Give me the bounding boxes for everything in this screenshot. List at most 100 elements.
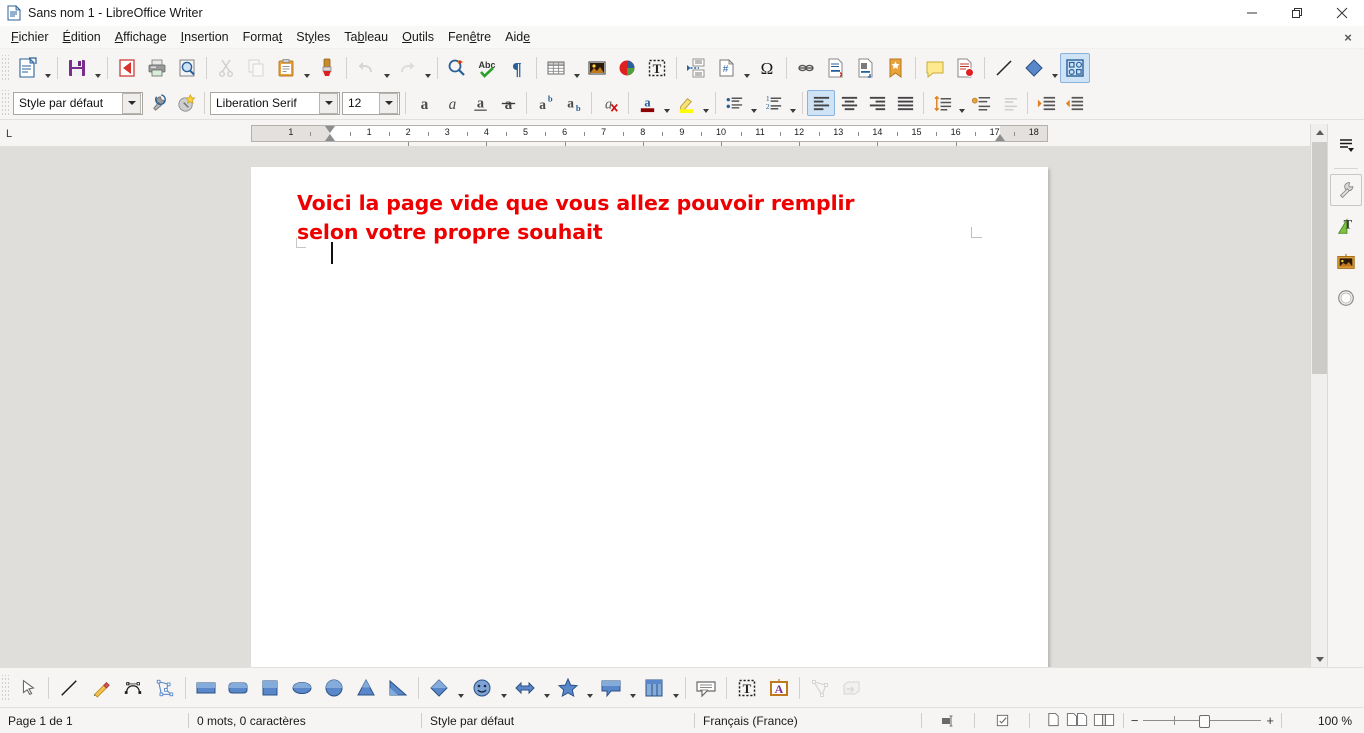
update-style-icon[interactable] [144,90,172,116]
right-triangle-icon[interactable] [382,672,414,704]
selection-mode-icon[interactable] [922,708,974,733]
font-color-icon[interactable]: a [633,90,661,116]
track-changes-icon[interactable] [950,53,980,83]
special-character-icon[interactable]: Ω [752,53,782,83]
zoom-out-button[interactable]: − [1131,714,1139,727]
zoom-level[interactable]: 100 % [1282,708,1364,733]
document-paragraph[interactable]: Voici la page vide que vous allez pouvoi… [297,189,897,247]
page-style[interactable]: Style par défaut [422,708,694,733]
align-center-icon[interactable] [835,90,863,116]
export-pdf-icon[interactable] [112,53,142,83]
subscript-icon[interactable]: a b [559,90,587,116]
tab-stop-indicator[interactable]: L [6,129,16,140]
scroll-down-button[interactable] [1311,651,1328,668]
font-color-dropdown[interactable] [661,85,672,122]
select-tool-icon[interactable] [12,672,44,704]
redo-icon[interactable] [392,53,422,83]
paragraph-style-combo[interactable]: Style par défaut [13,91,143,115]
left-indent-marker[interactable] [325,134,335,141]
word-count[interactable]: 0 mots, 0 caractères [189,708,421,733]
circle-icon[interactable] [318,672,350,704]
insert-footnote-icon[interactable] [821,53,851,83]
insert-endnote-icon[interactable] [851,53,881,83]
bold-icon[interactable]: a [410,90,438,116]
menu-format[interactable]: Format [236,28,290,46]
spelling-icon[interactable]: Abc [472,53,502,83]
insert-line-icon[interactable] [989,53,1019,83]
callouts-dropdown[interactable] [627,670,638,707]
document-modified-icon[interactable] [975,708,1029,733]
sidebar-settings-icon[interactable] [1330,129,1362,161]
unordered-list-dropdown[interactable] [748,85,759,122]
font-size-combo[interactable]: 12 [342,91,400,115]
square-icon[interactable] [254,672,286,704]
page-break-icon[interactable] [681,53,711,83]
insert-chart-icon[interactable] [612,53,642,83]
paragraph-style-dropdown[interactable] [122,92,141,114]
justify-icon[interactable] [891,90,919,116]
close-document-icon[interactable]: × [1340,29,1356,45]
insert-line-icon[interactable] [53,672,85,704]
redo-dropdown[interactable] [422,50,433,87]
increase-paragraph-spacing-icon[interactable] [967,90,995,116]
new-document-icon[interactable] [12,53,42,83]
block-arrows-icon[interactable] [509,672,541,704]
menu-fenetre[interactable]: Fenêtre [441,28,498,46]
menu-edition[interactable]: Édition [56,28,108,46]
toolbar-grip[interactable] [2,675,10,701]
font-size-dropdown[interactable] [379,92,398,114]
vertical-scrollbar[interactable] [1310,124,1328,668]
rounded-rectangle-icon[interactable] [222,672,254,704]
horizontal-ruler[interactable]: 1 2 3 4 5 6 7 8 9 10 11 12 13 14 15 16 17 18 1 [251,125,1048,147]
restore-button[interactable] [1274,0,1319,26]
callouts-icon[interactable] [595,672,627,704]
zoom-handle[interactable] [1199,715,1211,728]
toolbar-grip[interactable] [2,90,10,116]
insert-image-icon[interactable] [582,53,612,83]
highlighting-color-icon[interactable] [672,90,700,116]
menu-insertion[interactable]: Insertion [174,28,236,46]
italic-icon[interactable]: a [438,90,466,116]
sidebar-navigator-icon[interactable] [1330,282,1362,314]
save-dropdown[interactable] [92,50,103,87]
basic-shapes-icon[interactable] [423,672,455,704]
save-icon[interactable] [62,53,92,83]
minimize-button[interactable] [1229,0,1274,26]
decrease-indent-icon[interactable] [1060,90,1088,116]
triangle-icon[interactable] [350,672,382,704]
single-page-view-icon[interactable] [1046,712,1061,730]
curve-icon[interactable] [117,672,149,704]
polygon-icon[interactable] [149,672,181,704]
cut-icon[interactable] [211,53,241,83]
zoom-track[interactable] [1143,715,1262,728]
insert-comment-icon[interactable] [920,53,950,83]
stars-icon[interactable] [552,672,584,704]
sidebar-styles-icon[interactable]: T [1330,210,1362,242]
underline-icon[interactable]: a [466,90,494,116]
new-style-icon[interactable] [172,90,200,116]
strikethrough-icon[interactable]: a [494,90,522,116]
edit-points-icon[interactable] [804,672,836,704]
basic-shapes-dropdown[interactable] [455,670,466,707]
basic-shapes-dropdown[interactable] [1049,50,1060,87]
menu-fichier[interactable]: FFichierichier [4,28,56,46]
undo-dropdown[interactable] [381,50,392,87]
align-left-icon[interactable] [807,90,835,116]
symbol-shapes-icon[interactable] [466,672,498,704]
show-draw-functions-icon[interactable] [1060,53,1090,83]
clear-formatting-icon[interactable]: a [596,90,624,116]
insert-bookmark-icon[interactable] [881,53,911,83]
insert-table-dropdown[interactable] [571,50,582,87]
menu-aide[interactable]: Aide [498,28,537,46]
unordered-list-icon[interactable] [720,90,748,116]
document-page[interactable]: Voici la page vide que vous allez pouvoi… [251,167,1048,668]
extrusion-icon[interactable] [836,672,868,704]
scrollbar-thumb[interactable] [1312,142,1327,374]
superscript-icon[interactable]: a b [531,90,559,116]
print-preview-icon[interactable] [172,53,202,83]
zoom-slider[interactable]: − + [1124,714,1281,728]
stars-dropdown[interactable] [584,670,595,707]
scroll-up-button[interactable] [1311,124,1328,141]
print-icon[interactable] [142,53,172,83]
ordered-list-icon[interactable]: 1 2 [759,90,787,116]
